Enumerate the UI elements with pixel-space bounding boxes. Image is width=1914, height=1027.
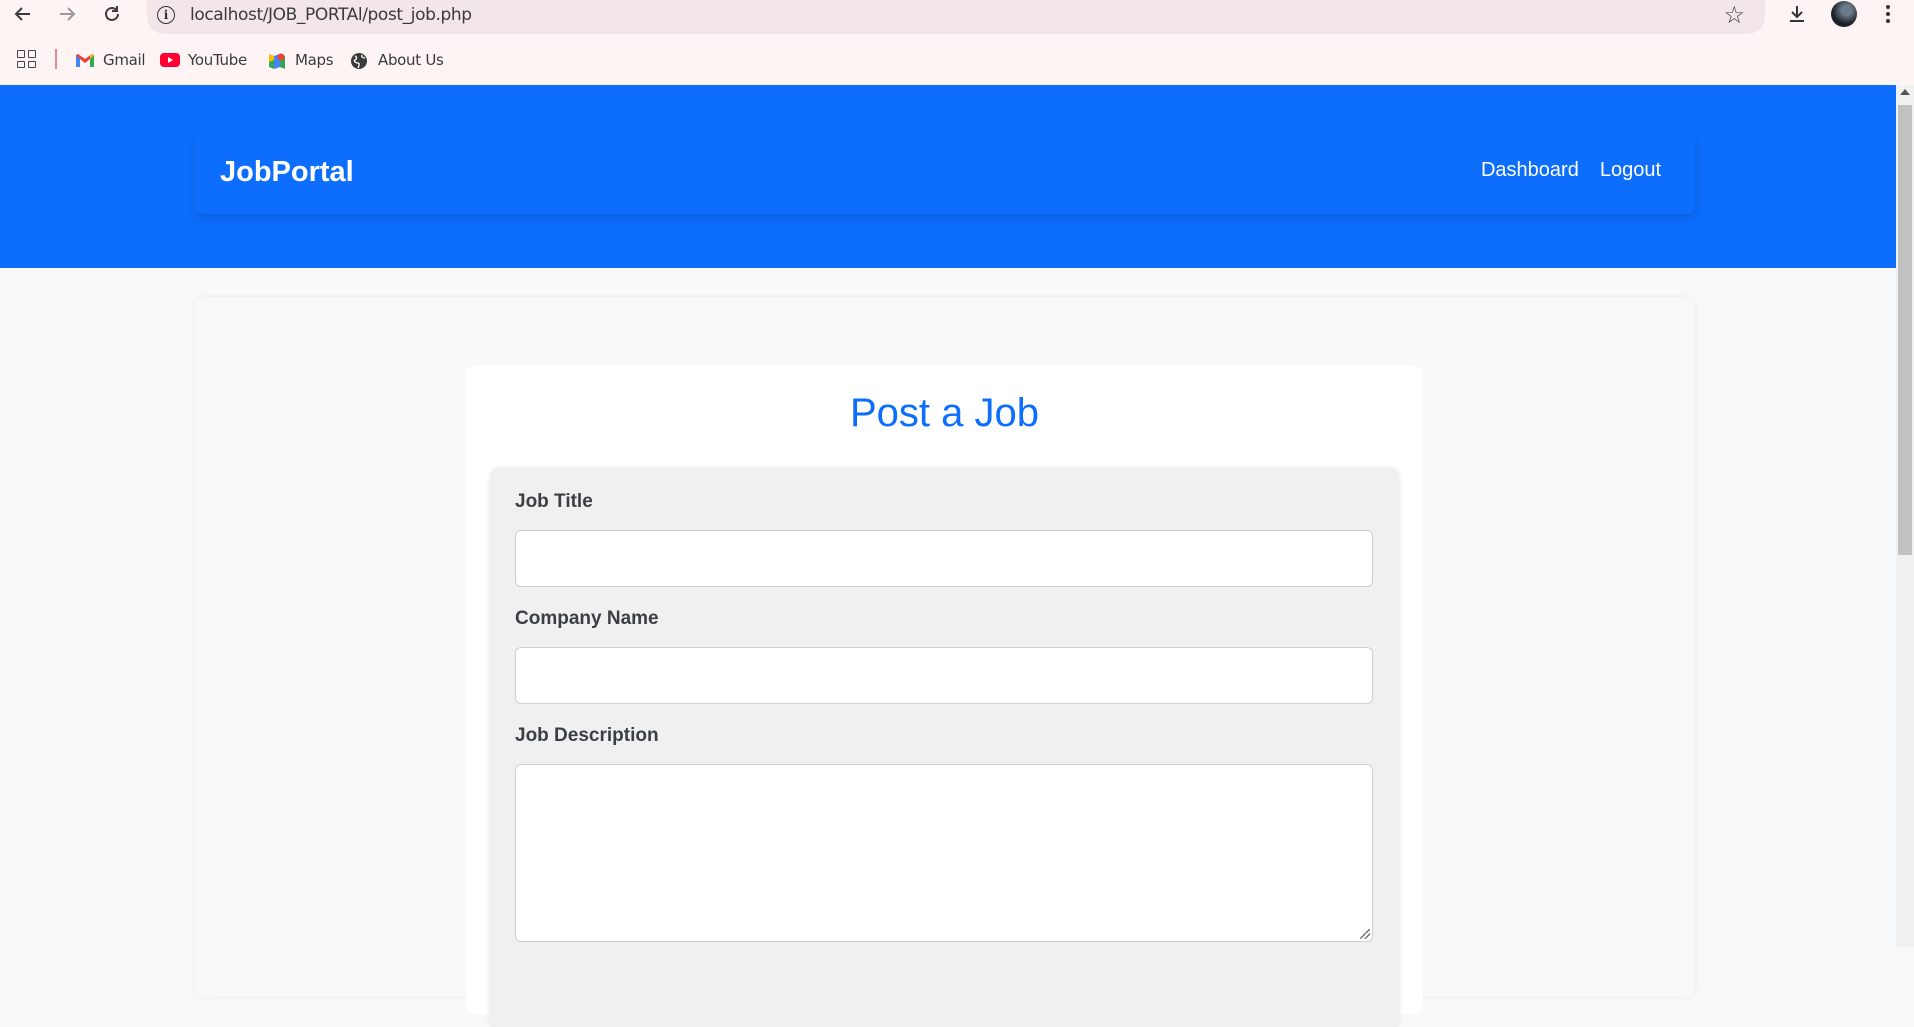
bookmark-youtube[interactable]: YouTube <box>160 48 247 72</box>
job-title-label: Job Title <box>515 491 593 512</box>
nav-links: Dashboard Logout <box>1481 159 1661 182</box>
resize-handle-icon[interactable] <box>1360 929 1370 939</box>
nav-link-logout[interactable]: Logout <box>1600 159 1661 182</box>
bookmark-label: Maps <box>295 51 334 69</box>
gmail-icon <box>75 52 95 68</box>
bookmark-gmail[interactable]: Gmail <box>75 48 146 72</box>
company-name-label: Company Name <box>515 608 659 629</box>
bookmark-label: Gmail <box>103 51 146 69</box>
more-menu-icon[interactable] <box>1876 0 1900 28</box>
page-scrollbar[interactable] <box>1896 85 1914 947</box>
post-job-form: Job Title Company Name Job Description <box>490 467 1399 1027</box>
globe-icon <box>350 52 370 69</box>
bookmark-label: YouTube <box>188 51 247 69</box>
reload-icon[interactable] <box>97 0 127 28</box>
youtube-icon <box>160 52 180 68</box>
bookmark-about-us[interactable]: About Us <box>350 48 444 72</box>
company-name-input[interactable] <box>515 647 1373 704</box>
site-info-icon[interactable]: i <box>157 6 175 24</box>
brand-logo[interactable]: JobPortal <box>220 156 354 189</box>
scroll-thumb[interactable] <box>1898 105 1912 555</box>
apps-grid-icon[interactable] <box>17 50 36 68</box>
site-header: JobPortal Dashboard Logout <box>0 85 1896 268</box>
back-arrow-icon[interactable] <box>8 0 38 28</box>
bookmark-maps[interactable]: Maps <box>267 48 334 72</box>
bookmark-star-icon[interactable]: ☆ <box>1723 1 1745 30</box>
scroll-up-arrow-icon[interactable] <box>1900 89 1910 95</box>
job-description-textarea[interactable] <box>515 764 1373 942</box>
nav-link-dashboard[interactable]: Dashboard <box>1481 159 1579 182</box>
url-text[interactable]: localhost/JOB_PORTAl/post_job.php <box>190 5 472 25</box>
browser-toolbar: i localhost/JOB_PORTAl/post_job.php ☆ <box>0 0 1914 35</box>
navbar: JobPortal Dashboard Logout <box>195 132 1695 214</box>
maps-icon <box>267 52 287 69</box>
profile-avatar[interactable] <box>1829 0 1859 28</box>
address-bar[interactable]: i localhost/JOB_PORTAl/post_job.php ☆ <box>147 0 1765 34</box>
post-job-card: Post a Job Job Title Company Name Job De… <box>466 365 1423 1027</box>
job-description-label: Job Description <box>515 725 659 746</box>
download-icon[interactable] <box>1782 0 1812 28</box>
bookmarks-divider <box>55 49 57 69</box>
page-title: Post a Job <box>849 391 1039 435</box>
content-container: Post a Job Job Title Company Name Job De… <box>195 297 1695 1027</box>
forward-arrow-icon[interactable] <box>52 0 82 28</box>
avatar[interactable] <box>1831 1 1857 27</box>
job-title-input[interactable] <box>515 530 1373 587</box>
bookmark-label: About Us <box>378 51 444 69</box>
bookmarks-bar: Gmail YouTube Maps About Us <box>0 35 1914 85</box>
